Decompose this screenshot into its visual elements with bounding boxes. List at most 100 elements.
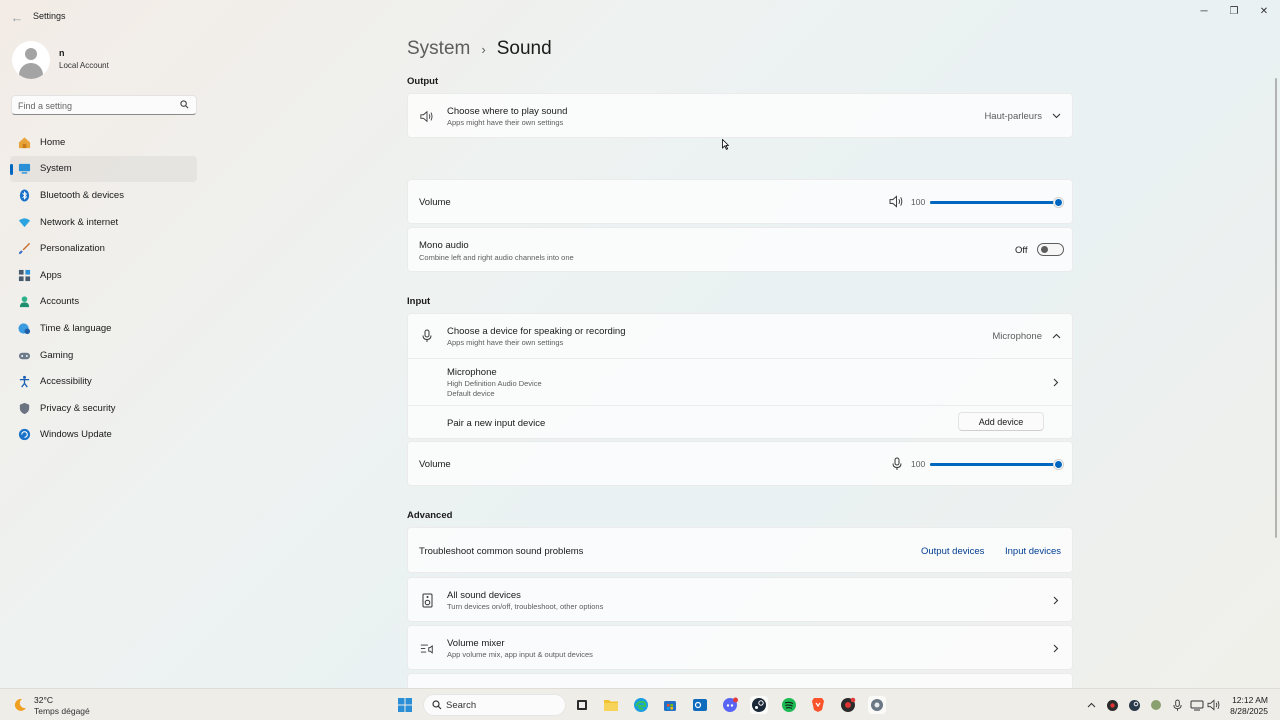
app-icon[interactable]	[839, 696, 857, 714]
sidebar-item-label: Accessibility	[40, 376, 92, 388]
steam-icon[interactable]	[750, 696, 768, 714]
microphone-icon[interactable]	[1170, 698, 1184, 712]
update-icon	[17, 428, 31, 442]
output-device-title: Choose where to play sound	[447, 106, 568, 117]
advanced-heading: Advanced	[407, 510, 453, 521]
sidebar-item-label: Apps	[40, 269, 62, 281]
task-view-icon[interactable]	[573, 696, 591, 714]
output-volume-slider[interactable]	[930, 198, 1063, 207]
troubleshoot-output-link[interactable]: Output devices	[921, 546, 984, 557]
windows-start-icon[interactable]	[396, 696, 414, 714]
input-heading: Input	[407, 296, 431, 307]
chevron-up-icon[interactable]	[1051, 331, 1061, 341]
search-icon	[432, 700, 442, 712]
sidebar-item-bluetooth[interactable]: Bluetooth & devices	[10, 182, 197, 209]
add-device-button[interactable]: Add device	[958, 412, 1044, 431]
discord-icon[interactable]	[721, 696, 739, 714]
slider-thumb[interactable]	[1053, 460, 1063, 469]
input-device-selector[interactable]: Choose a device for speaking or recordin…	[408, 314, 1072, 358]
sidebar-item-label: Gaming	[40, 349, 74, 361]
network-tray-icon[interactable]	[1149, 698, 1163, 712]
sidebar-item-windows-update[interactable]: Windows Update	[10, 422, 197, 449]
edge-icon[interactable]	[632, 696, 650, 714]
minimize-icon: ─	[1200, 5, 1208, 17]
chevron-down-icon[interactable]	[1051, 111, 1061, 121]
steam-tray-icon[interactable]	[1127, 698, 1141, 712]
output-device-selector[interactable]: Choose where to play sound Apps might ha…	[407, 93, 1073, 138]
settings-window: ← Settings ─ ❐ ✕ n Local Account Home Sy…	[0, 0, 1280, 688]
slider-thumb[interactable]	[1053, 198, 1063, 207]
minimize-button[interactable]: ─	[1188, 4, 1220, 18]
sidebar-item-accounts[interactable]: Accounts	[10, 289, 197, 316]
sidebar-item-label: Personalization	[40, 243, 105, 255]
breadcrumb-parent[interactable]: System	[407, 38, 470, 60]
mono-audio-state: Off	[1015, 245, 1028, 256]
store-icon[interactable]	[661, 696, 679, 714]
restore-icon: ❐	[1229, 5, 1239, 17]
search-box[interactable]	[11, 95, 197, 115]
sidebar-item-network[interactable]: Network & internet	[10, 209, 197, 236]
input-device-subtitle: Apps might have their own settings	[447, 338, 564, 347]
microphone-status: Default device	[447, 389, 495, 398]
mono-audio-row: Mono audio Combine left and right audio …	[407, 227, 1073, 272]
home-icon	[17, 135, 31, 149]
output-device-subtitle: Apps might have their own settings	[447, 118, 564, 127]
mono-audio-toggle[interactable]	[1037, 243, 1064, 256]
user-name: n	[59, 48, 65, 58]
speaker-icon[interactable]	[889, 195, 904, 213]
sidebar-item-gaming[interactable]: Gaming	[10, 342, 197, 369]
microphone-device-row[interactable]: Microphone High Definition Audio Device …	[408, 359, 1072, 405]
output-device-value: Haut-parleurs	[984, 111, 1042, 122]
chevron-up-icon[interactable]	[1084, 698, 1098, 712]
chevron-right-icon	[1051, 643, 1061, 653]
sidebar-item-label: Privacy & security	[40, 402, 116, 414]
accessibility-icon	[17, 375, 31, 389]
microphone-icon[interactable]	[892, 457, 902, 476]
weather-description[interactable]: Temps dégagé	[34, 706, 90, 716]
sidebar-item-system[interactable]: System	[10, 155, 197, 183]
spotify-icon[interactable]	[780, 696, 798, 714]
sidebar-item-time-language[interactable]: Time & language	[10, 315, 197, 342]
app-tray-icon[interactable]	[1105, 698, 1119, 712]
settings-icon[interactable]	[868, 696, 886, 714]
app-title: Settings	[33, 11, 66, 21]
microphone-icon	[420, 329, 434, 343]
input-volume-slider[interactable]	[930, 460, 1063, 469]
sidebar-item-apps[interactable]: Apps	[10, 262, 197, 289]
title-bar: ← Settings ─ ❐ ✕	[0, 0, 1280, 32]
sidebar-item-privacy[interactable]: Privacy & security	[10, 395, 197, 422]
weather-temperature[interactable]: 32°C	[34, 695, 53, 705]
back-button[interactable]: ←	[8, 8, 26, 26]
troubleshoot-input-link[interactable]: Input devices	[1005, 546, 1061, 557]
close-button[interactable]: ✕	[1248, 4, 1280, 18]
clock-time[interactable]: 12:12 AM	[1228, 695, 1268, 705]
bluetooth-icon	[17, 188, 31, 202]
taskbar-search[interactable]: Search	[423, 694, 566, 716]
input-device-expander: Choose a device for speaking or recordin…	[407, 313, 1073, 439]
input-volume-label: Volume	[419, 459, 451, 470]
search-input[interactable]	[18, 99, 178, 112]
sidebar-item-personalization[interactable]: Personalization	[10, 235, 197, 262]
moon-icon[interactable]	[12, 697, 28, 716]
next-settings-row[interactable]	[407, 673, 1073, 688]
file-explorer-icon[interactable]	[602, 696, 620, 714]
volume-icon[interactable]	[1207, 698, 1221, 712]
avatar[interactable]	[12, 41, 50, 79]
sidebar-item-accessibility[interactable]: Accessibility	[10, 368, 197, 395]
mono-audio-title: Mono audio	[419, 240, 469, 251]
scrollbar[interactable]	[1275, 78, 1277, 538]
brave-icon[interactable]	[809, 696, 827, 714]
all-sound-devices-subtitle: Turn devices on/off, troubleshoot, other…	[447, 602, 604, 611]
accounts-icon	[17, 295, 31, 309]
outlook-icon[interactable]	[691, 696, 709, 714]
all-sound-devices-row[interactable]: All sound devices Turn devices on/off, t…	[407, 577, 1073, 622]
input-volume-row: Volume 100	[407, 441, 1073, 486]
restore-button[interactable]: ❐	[1218, 4, 1250, 18]
volume-mixer-row[interactable]: Volume mixer App volume mix, app input &…	[407, 625, 1073, 670]
network-icon[interactable]	[1190, 698, 1204, 712]
sidebar-item-label: Bluetooth & devices	[40, 189, 124, 201]
slider-fill	[930, 201, 1058, 204]
sidebar-item-home[interactable]: Home	[10, 129, 197, 156]
clock-date[interactable]: 8/28/2025	[1222, 706, 1268, 716]
system-icon	[17, 162, 31, 176]
